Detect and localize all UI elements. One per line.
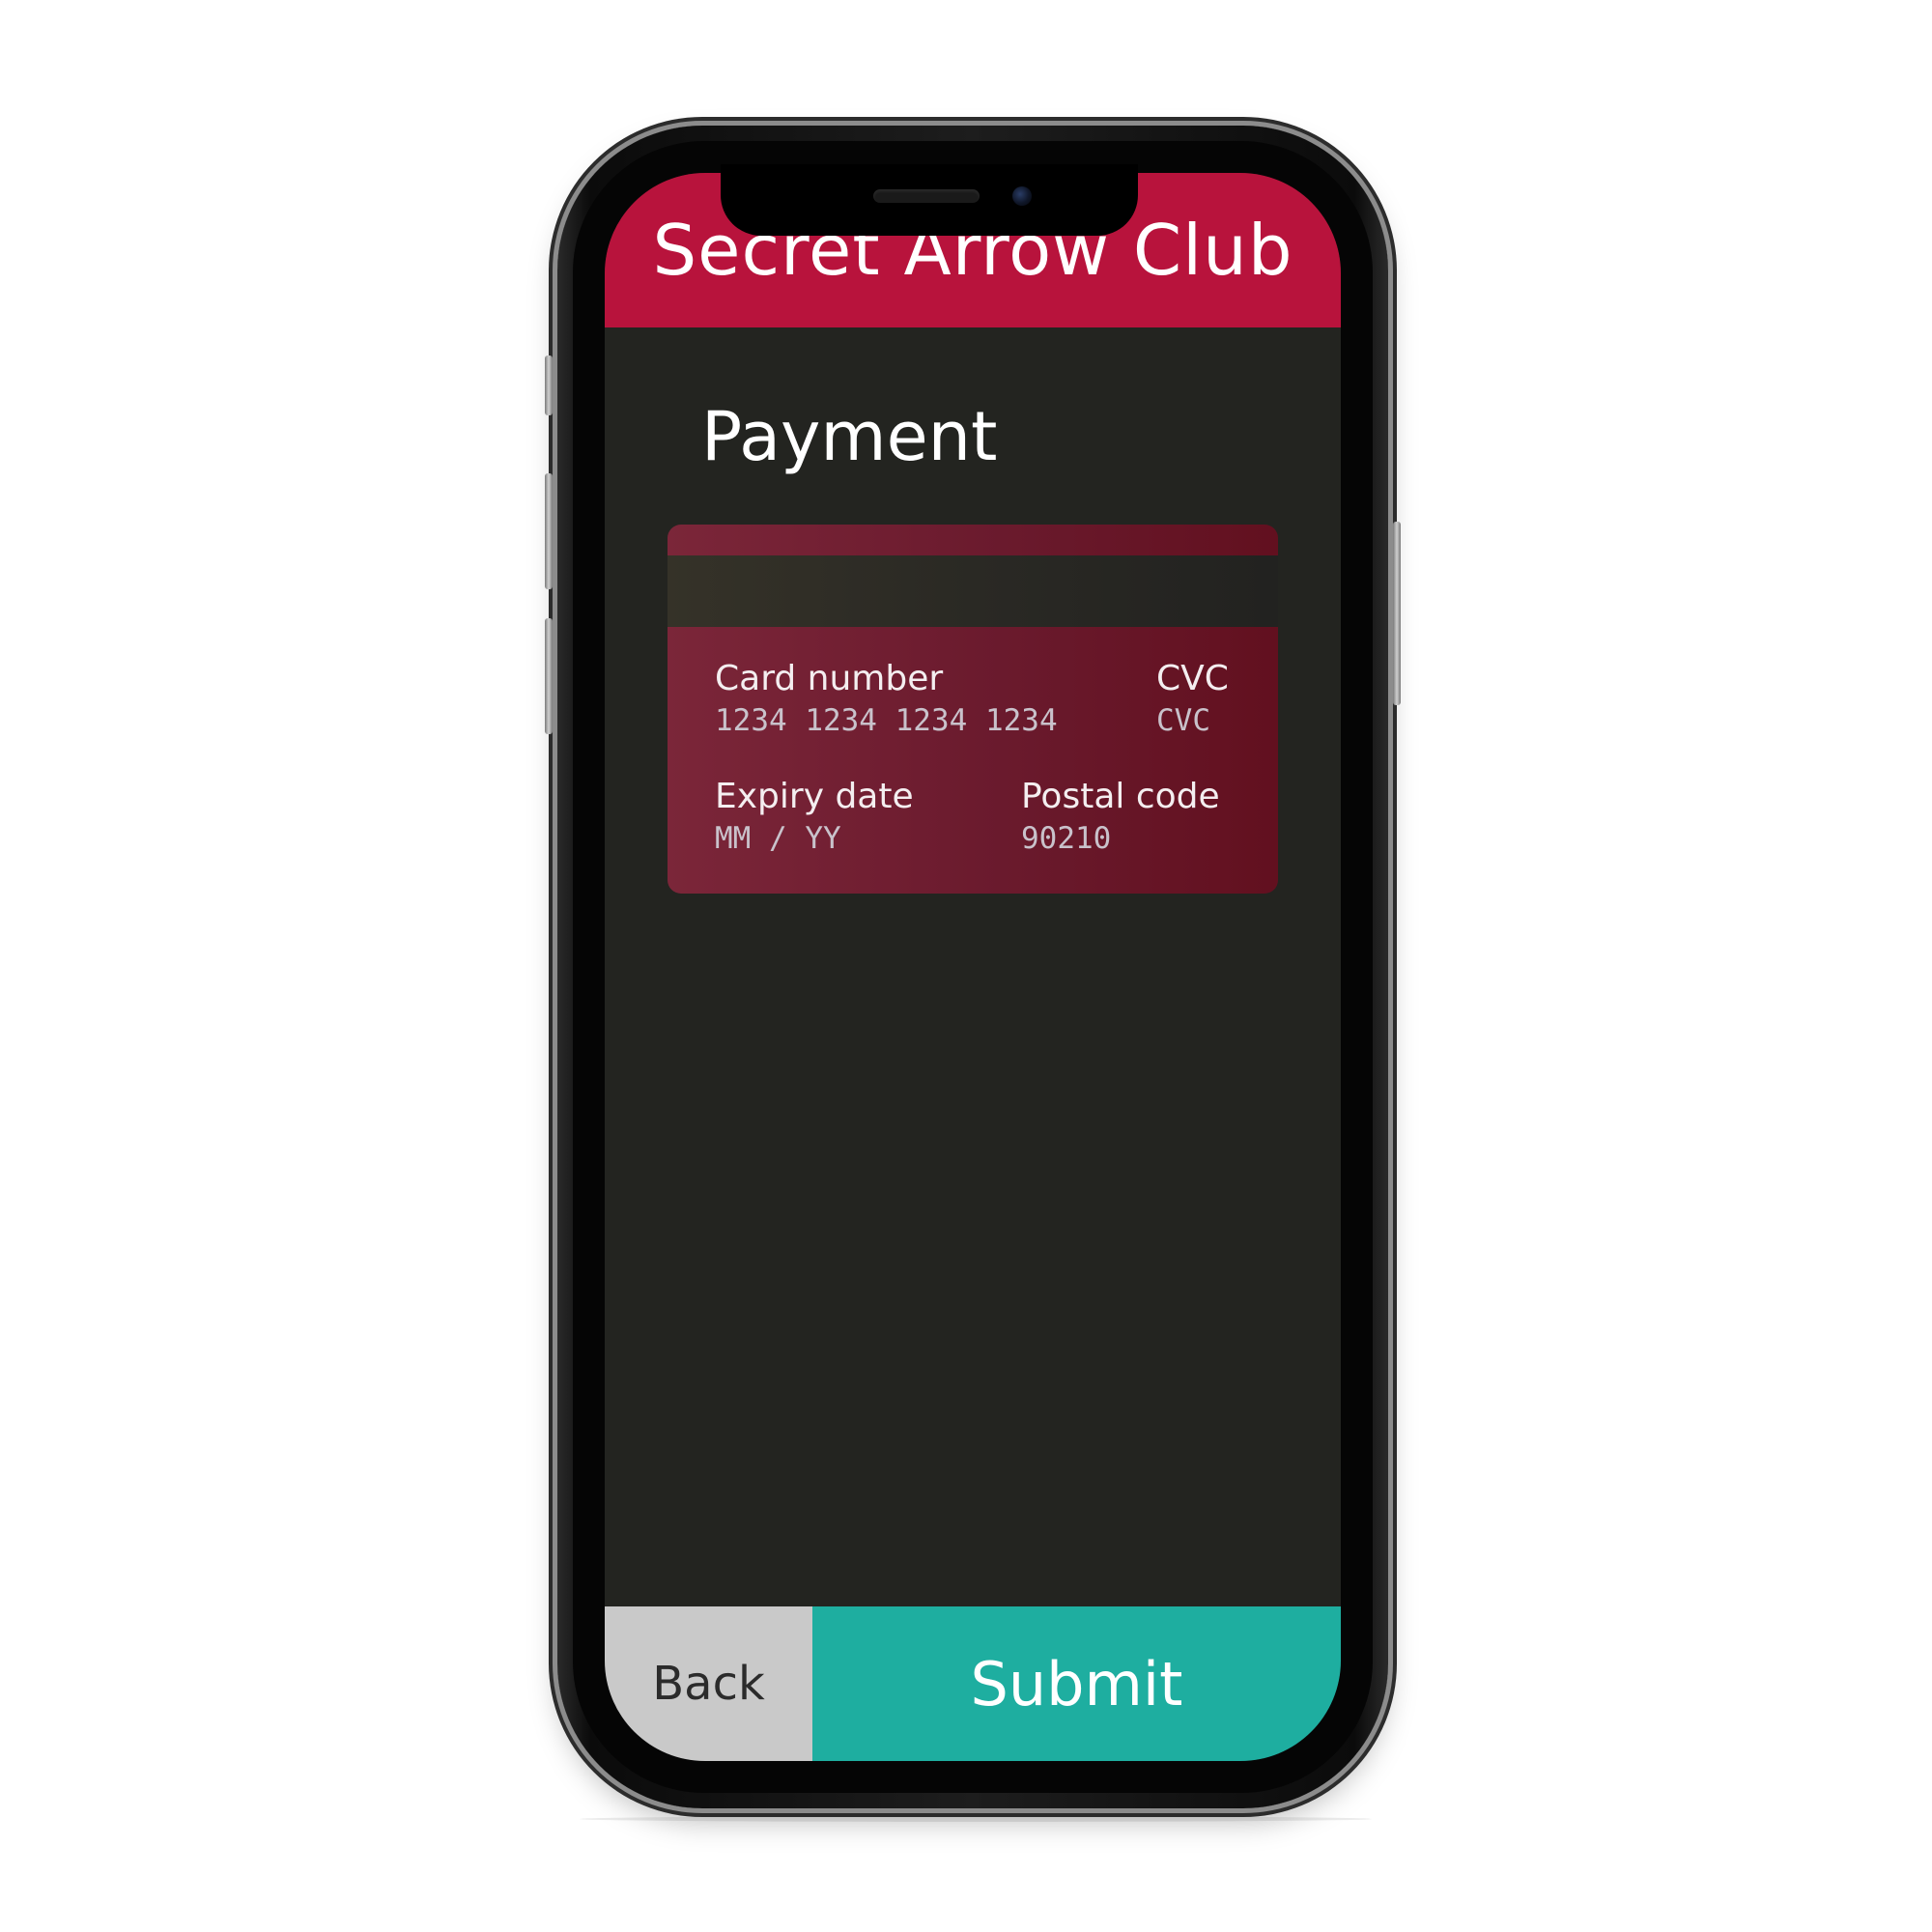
submit-button[interactable]: Submit	[812, 1606, 1341, 1761]
front-camera-icon	[1012, 186, 1032, 206]
volume-down-button	[545, 618, 553, 734]
postal-code-input[interactable]: 90210	[1021, 820, 1220, 857]
magnetic-strip	[668, 555, 1278, 627]
expiry-date-field[interactable]: Expiry date MM / YY	[715, 776, 914, 857]
app-screen: Secret Arrow Club Payment Card number 12…	[605, 173, 1341, 1761]
card-number-input[interactable]: 1234 1234 1234 1234	[715, 702, 1058, 739]
power-button	[1393, 522, 1401, 705]
cvc-field[interactable]: CVC CVC	[1156, 658, 1229, 739]
phone-shadow	[580, 1816, 1372, 1822]
volume-up-button	[545, 473, 553, 589]
earpiece-speaker-icon	[873, 189, 980, 203]
card-number-label: Card number	[715, 659, 944, 698]
notch	[721, 164, 1138, 236]
back-button[interactable]: Back	[605, 1606, 812, 1761]
footer-bar: Back Submit	[605, 1606, 1341, 1761]
expiry-date-label: Expiry date	[715, 777, 914, 816]
expiry-date-input[interactable]: MM / YY	[715, 820, 914, 857]
phone-frame: Secret Arrow Club Payment Card number 12…	[545, 126, 1401, 1808]
card-number-field[interactable]: Card number 1234 1234 1234 1234	[715, 658, 1058, 739]
payment-card: Card number 1234 1234 1234 1234 CVC CVC …	[668, 525, 1278, 894]
silent-switch	[545, 355, 553, 415]
postal-code-field[interactable]: Postal code 90210	[1021, 776, 1220, 857]
postal-code-label: Postal code	[1021, 777, 1220, 816]
cvc-label: CVC	[1156, 659, 1229, 698]
page-title: Payment	[701, 397, 998, 476]
cvc-input[interactable]: CVC	[1156, 702, 1229, 739]
